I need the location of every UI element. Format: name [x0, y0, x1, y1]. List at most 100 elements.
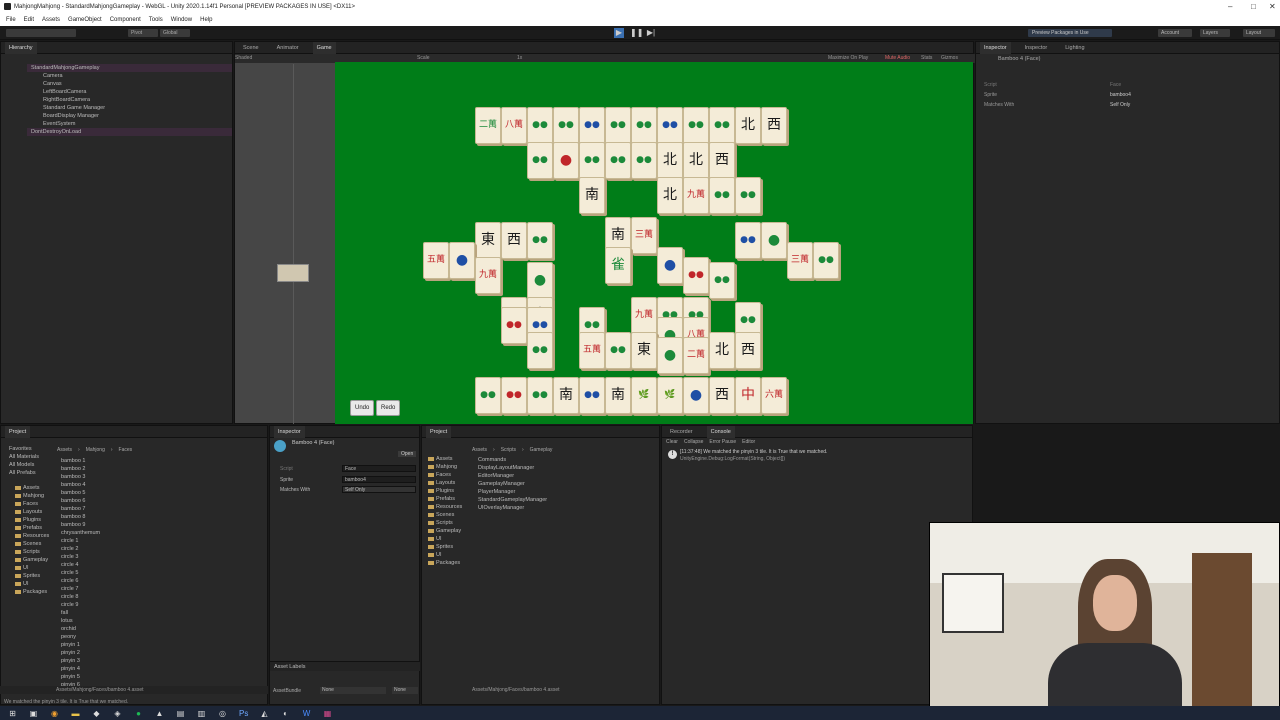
mahjong-tile[interactable]: ●● — [605, 107, 631, 144]
folder-item[interactable]: Sprites — [428, 543, 468, 551]
mahjong-tile[interactable]: ●● — [709, 262, 735, 299]
script-file[interactable]: EditorManager — [478, 472, 658, 480]
browser-icon[interactable]: ◉ — [50, 709, 59, 718]
mahjong-tile[interactable]: ●● — [579, 107, 605, 144]
folder-item[interactable]: Mahjong — [15, 492, 53, 500]
mahjong-tile[interactable]: ●● — [631, 107, 657, 144]
sprite-field[interactable]: bamboo4 — [1110, 92, 1131, 98]
menu-edit[interactable]: Edit — [24, 17, 34, 23]
mahjong-tile[interactable]: ●● — [657, 107, 683, 144]
breadcrumb-item[interactable]: Gameplay — [530, 447, 553, 453]
breadcrumb-item[interactable]: Scripts — [501, 447, 516, 453]
asset-file[interactable]: pinyin 5 — [61, 673, 261, 681]
matches-dropdown[interactable]: Self Only — [1110, 102, 1130, 108]
folder-item[interactable]: Resources — [15, 532, 53, 540]
mahjong-tile[interactable]: 九萬 — [683, 177, 709, 214]
console-collapse-toggle[interactable]: Collapse — [684, 439, 703, 445]
console-clear-button[interactable]: Clear — [666, 439, 678, 445]
mahjong-tile[interactable]: 五萬 — [423, 242, 449, 279]
folder-item[interactable]: Plugins — [428, 487, 468, 495]
mahjong-tile[interactable]: 九萬 — [475, 257, 501, 294]
app-icon[interactable]: ▤ — [176, 709, 185, 718]
file-explorer-icon[interactable]: ▬ — [71, 709, 80, 718]
mid-matches-dropdown[interactable]: Self Only — [342, 486, 416, 493]
favorites-item[interactable]: All Materials — [9, 453, 53, 461]
mahjong-tile[interactable]: 中 — [735, 377, 761, 414]
tab-project-right[interactable]: Project — [426, 425, 452, 438]
close-icon[interactable]: ✕ — [1269, 2, 1276, 11]
asset-file[interactable]: bamboo 3 — [61, 473, 261, 481]
asset-bundle-dropdown[interactable]: None — [320, 687, 386, 694]
menu-assets[interactable]: Assets — [42, 17, 60, 23]
mahjong-tile[interactable]: ● — [553, 142, 579, 179]
mahjong-tile[interactable]: 九萬 — [631, 297, 657, 334]
asset-file[interactable]: circle 6 — [61, 577, 261, 585]
app-icon[interactable]: ▥ — [197, 709, 206, 718]
script-file[interactable]: Commands — [478, 456, 658, 464]
asset-file[interactable]: circle 7 — [61, 585, 261, 593]
mahjong-tile[interactable]: ●● — [813, 242, 839, 279]
folder-item[interactable]: Layouts — [15, 508, 53, 516]
asset-file[interactable]: circle 9 — [61, 601, 261, 609]
asset-file[interactable]: bamboo 7 — [61, 505, 261, 513]
folder-item[interactable]: Scripts — [15, 548, 53, 556]
favorites-item[interactable]: All Models — [9, 461, 53, 469]
asset-file[interactable]: bamboo 5 — [61, 489, 261, 497]
asset-file[interactable]: circle 4 — [61, 561, 261, 569]
mahjong-tile[interactable]: 二萬 — [683, 337, 709, 374]
folder-item[interactable]: Gameplay — [15, 556, 53, 564]
menu-tools[interactable]: Tools — [149, 17, 163, 23]
hierarchy-item-scene[interactable]: StandardMahjongGameplay — [27, 64, 232, 72]
menu-help[interactable]: Help — [200, 17, 212, 23]
breadcrumb-item[interactable]: Assets — [57, 447, 72, 453]
asset-file[interactable]: peony — [61, 633, 261, 641]
folder-item[interactable]: UI — [428, 535, 468, 543]
mahjong-tile[interactable]: ●● — [605, 332, 631, 369]
folder-item[interactable]: Scenes — [15, 540, 53, 548]
mahjong-tile[interactable]: ●● — [475, 377, 501, 414]
mahjong-tile[interactable]: ●● — [527, 377, 553, 414]
unity-icon[interactable]: ◭ — [260, 709, 269, 718]
menu-window[interactable]: Window — [171, 17, 192, 23]
tab-console[interactable]: Console — [706, 425, 735, 438]
folder-item[interactable]: Resources — [428, 503, 468, 511]
word-icon[interactable]: W — [302, 709, 311, 718]
hierarchy-item[interactable]: RightBoardCamera — [31, 96, 232, 104]
folder-item[interactable]: Prefabs — [15, 524, 53, 532]
app-icon[interactable]: ◆ — [92, 709, 101, 718]
script-field[interactable]: Face — [1110, 82, 1121, 88]
app-icon[interactable]: ▦ — [323, 709, 332, 718]
mahjong-tile[interactable]: 六萬 — [761, 377, 787, 414]
mahjong-tile[interactable]: ● — [657, 247, 683, 284]
mahjong-tile[interactable]: 北 — [683, 142, 709, 179]
asset-file[interactable]: circle 1 — [61, 537, 261, 545]
mahjong-tile[interactable]: ●● — [709, 107, 735, 144]
mahjong-tile[interactable]: 雀 — [605, 247, 631, 284]
pause-icon[interactable]: ❚❚ — [630, 28, 643, 38]
asset-file[interactable]: fall — [61, 609, 261, 617]
mahjong-tile[interactable]: 三萬 — [631, 217, 657, 254]
folder-item[interactable]: UI — [15, 580, 53, 588]
mahjong-tile[interactable]: 🌿 — [631, 377, 657, 414]
open-button[interactable]: Open — [398, 451, 417, 457]
mahjong-tile[interactable]: 南 — [553, 377, 579, 414]
mahjong-tile[interactable]: 北 — [709, 332, 735, 369]
mahjong-tile[interactable]: 北 — [735, 107, 761, 144]
breadcrumb-item[interactable]: Mahjong — [86, 447, 105, 453]
mahjong-tile[interactable]: 西 — [709, 377, 735, 414]
spotify-icon[interactable]: ● — [134, 709, 143, 718]
maximize-icon[interactable]: □ — [1251, 2, 1256, 11]
folder-item[interactable]: Plugins — [15, 516, 53, 524]
tab-scene[interactable]: Scene — [239, 42, 263, 54]
menu-component[interactable]: Component — [110, 17, 141, 23]
mahjong-tile[interactable]: ● — [761, 222, 787, 259]
mid-script-field[interactable]: Face — [342, 465, 416, 472]
favorites-item[interactable]: All Prefabs — [9, 469, 53, 477]
asset-file[interactable]: bamboo 1 — [61, 457, 261, 465]
folder-item[interactable]: UI — [428, 551, 468, 559]
mahjong-tile[interactable]: ●● — [579, 142, 605, 179]
script-file[interactable]: GameplayManager — [478, 480, 658, 488]
mahjong-tile[interactable]: ●● — [709, 177, 735, 214]
redo-button[interactable]: Redo — [376, 400, 401, 416]
scene-shading-dropdown[interactable]: Shaded — [235, 55, 252, 61]
